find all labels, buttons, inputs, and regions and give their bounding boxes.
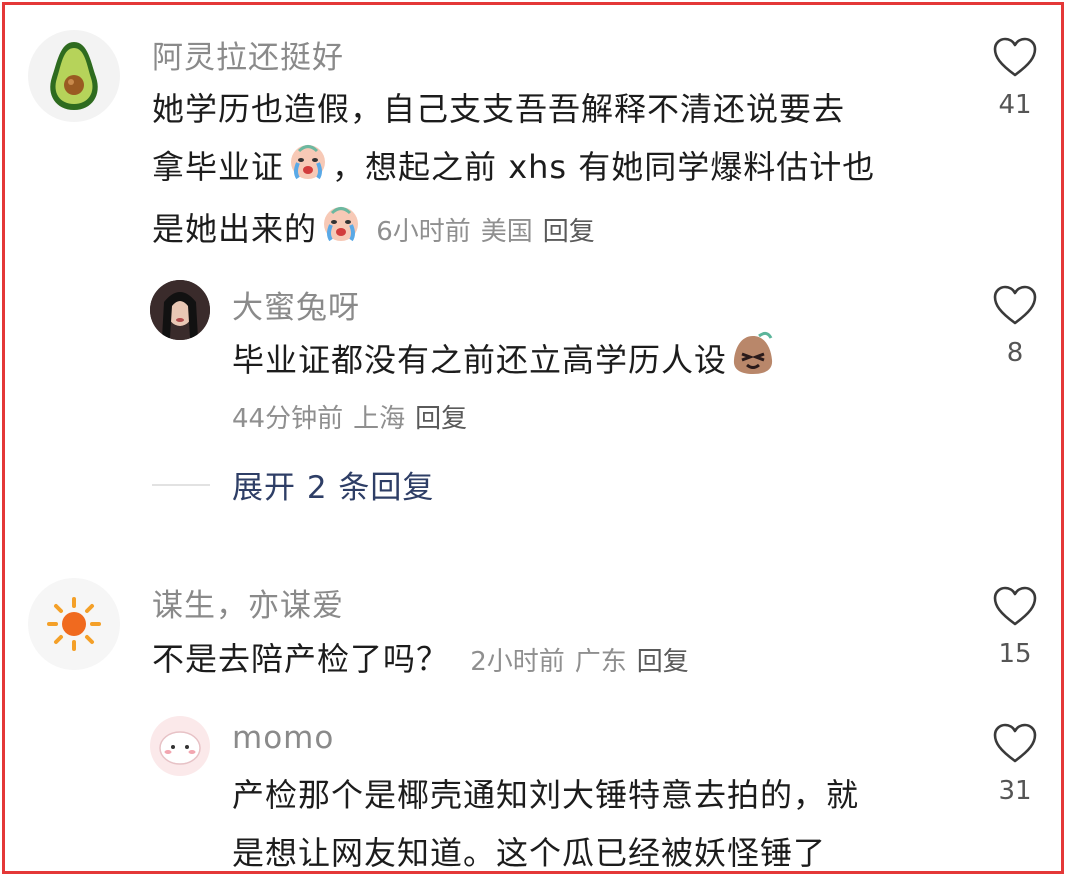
comment-username[interactable]: 阿灵拉还挺好: [152, 32, 344, 77]
heart-icon: [993, 285, 1037, 325]
avatar[interactable]: [150, 280, 210, 340]
comment-time: 44分钟前: [232, 404, 344, 434]
like-count: 41: [998, 90, 1032, 120]
comment-username[interactable]: 大蜜兔呀: [232, 282, 360, 327]
reply-button[interactable]: 回复: [637, 647, 689, 677]
comment-line: 她学历也造假，自己支支吾吾解释不清还说要去: [152, 90, 846, 128]
comment-meta: 44分钟前 上海 回复: [232, 398, 477, 435]
comment-username[interactable]: 谋生，亦谋爱: [152, 580, 344, 625]
comment-text-segment: 毕业证都没有之前还立高学历人设: [232, 341, 728, 379]
comment-meta: 2小时前 广东 回复: [470, 647, 699, 677]
comment-text-segment: 不是去陪产检了吗？: [152, 640, 450, 678]
comment-location: 广东: [574, 647, 627, 677]
crying-face-icon: [319, 200, 363, 262]
like-count: 15: [998, 639, 1032, 669]
like-button[interactable]: 41: [985, 36, 1045, 120]
heart-icon: [993, 723, 1037, 763]
expand-replies-label[interactable]: 展开 2 条回复: [232, 462, 434, 507]
comment-text-segment: 是她出来的: [152, 210, 318, 248]
comment-location: 美国: [480, 217, 533, 247]
like-button[interactable]: 15: [985, 585, 1045, 669]
like-count: 8: [1006, 338, 1024, 368]
heart-icon: [993, 586, 1037, 626]
comment-text-segment: ，想起之前 xhs 有她同学爆料估计也: [332, 148, 876, 186]
comment-text-segment: 拿毕业证: [152, 148, 285, 186]
like-button[interactable]: 31: [985, 722, 1045, 806]
reply-button[interactable]: 回复: [415, 404, 467, 434]
comment-time: 2小时前: [470, 647, 565, 677]
comment-location: 上海: [353, 404, 406, 434]
avocado-icon: [50, 42, 98, 110]
comment-line: 产检那个是椰壳通知刘大锤特意去拍的，就: [232, 776, 860, 814]
comment-username[interactable]: momo: [232, 720, 334, 756]
comment-text: 产检那个是椰壳通知刘大锤特意去拍的，就 是想让网友知道。这个瓜已经被妖怪锤了: [232, 766, 952, 882]
comment-text: 不是去陪产检了吗？ 2小时前 广东 回复: [152, 630, 952, 691]
reply-button[interactable]: 回复: [543, 217, 595, 247]
comment-meta: 6小时前 美国 回复: [376, 217, 605, 247]
avatar[interactable]: [28, 30, 120, 122]
expand-replies-button[interactable]: 展开 2 条回复: [152, 462, 434, 507]
avatar[interactable]: [28, 578, 120, 670]
comment-line: 是她出来的 6小时前 美国 回复: [152, 200, 952, 262]
sun-icon: [47, 597, 101, 651]
comment-text: 毕业证都没有之前还立高学历人设: [232, 330, 952, 394]
heart-icon: [993, 37, 1037, 77]
like-button[interactable]: 8: [985, 284, 1045, 368]
comment-text: 她学历也造假，自己支支吾吾解释不清还说要去 拿毕业证 ，想起之前 xhs 有她同学…: [152, 80, 952, 262]
comment-line: 拿毕业证 ，想起之前 xhs 有她同学爆料估计也: [152, 138, 952, 200]
crying-face-icon: [286, 138, 330, 200]
avatar[interactable]: [150, 716, 210, 776]
comment-line: 是想让网友知道。这个瓜已经被妖怪锤了: [232, 834, 827, 872]
like-count: 31: [998, 776, 1032, 806]
divider: [152, 483, 210, 486]
comment-time: 6小时前: [376, 217, 471, 247]
smug-face-icon: [729, 330, 777, 394]
